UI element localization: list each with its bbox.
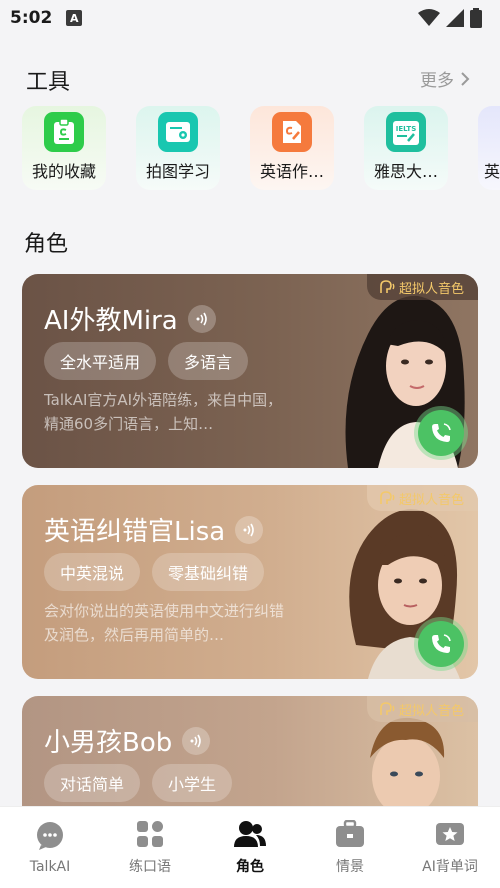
nav-item-speaking[interactable]: 练口语 bbox=[100, 807, 200, 888]
role-tags: 对话简单 小学生 bbox=[44, 764, 233, 802]
status-icons bbox=[418, 8, 482, 28]
phone-icon bbox=[432, 423, 451, 442]
badge-label: 超拟人音色 bbox=[398, 281, 464, 297]
role-tag: 对话简单 bbox=[44, 764, 141, 802]
hyper-realistic-voice-badge: 超拟人音色 bbox=[366, 274, 478, 300]
star-card-icon bbox=[436, 822, 464, 845]
tool-label: 英 bbox=[484, 162, 500, 181]
more-label: 更多 bbox=[420, 71, 454, 91]
nav-label: 练口语 bbox=[129, 858, 171, 875]
status-bar: 5:02 A bbox=[0, 0, 500, 36]
nav-item-talkai[interactable]: TalkAI bbox=[0, 807, 100, 888]
role-tag: 全水平适用 bbox=[44, 342, 157, 380]
more-tools-link[interactable]: 更多 bbox=[420, 66, 470, 91]
roles-title: 角色 bbox=[24, 232, 69, 257]
tool-label: 我的收藏 bbox=[31, 162, 96, 181]
call-button[interactable] bbox=[418, 410, 464, 456]
hyper-realistic-voice-badge: 超拟人音色 bbox=[366, 485, 478, 511]
accessibility-icon: A bbox=[66, 10, 83, 26]
status-time: 5:02 bbox=[10, 8, 53, 28]
document-pen-icon bbox=[272, 112, 312, 152]
nav-label: 情景 bbox=[336, 858, 364, 875]
role-card-mira[interactable]: 超拟人音色 AI外教Mira 全水平适用 多语言 TalkAI官方AI外语陪练，… bbox=[22, 274, 478, 468]
voice-head-icon bbox=[380, 280, 395, 293]
role-name-text: 小男孩Bob bbox=[44, 728, 173, 758]
phone-icon bbox=[432, 634, 451, 653]
tool-more-partial[interactable]: 英 bbox=[478, 106, 500, 190]
bottom-nav: TalkAI 练口语 角色 情景 AI背单词 bbox=[0, 806, 500, 888]
role-name: AI外教Mira bbox=[44, 300, 216, 337]
role-tags: 全水平适用 多语言 bbox=[44, 342, 249, 380]
briefcase-icon bbox=[336, 819, 364, 847]
role-description: TalkAI官方AI外语陪练，来自中国，精通60多门语言，上知… bbox=[44, 391, 283, 433]
role-tag: 小学生 bbox=[152, 764, 233, 802]
tool-photo-learn[interactable]: 拍图学习 bbox=[136, 106, 220, 190]
role-name: 英语纠错官Lisa bbox=[44, 511, 264, 548]
tools-title: 工具 bbox=[26, 70, 71, 95]
tool-ielts[interactable]: IELTS 雅思大… bbox=[364, 106, 448, 190]
badge-label: 超拟人音色 bbox=[398, 703, 464, 719]
role-card-lisa[interactable]: 超拟人音色 英语纠错官Lisa 中英混说 零基础纠错 会对你说出的英语使用中文进… bbox=[22, 485, 478, 679]
play-voice-button[interactable] bbox=[182, 726, 211, 755]
tool-favorites[interactable]: 我的收藏 bbox=[22, 106, 106, 190]
people-icon bbox=[234, 820, 266, 847]
chat-bubble-icon bbox=[37, 821, 63, 850]
role-tag: 中英混说 bbox=[44, 553, 141, 591]
svg-text:IELTS: IELTS bbox=[396, 125, 417, 133]
tool-label: 雅思大… bbox=[373, 162, 438, 181]
nav-label: AI背单词 bbox=[422, 858, 478, 875]
role-tag: 零基础纠错 bbox=[152, 553, 265, 591]
role-name-text: AI外教Mira bbox=[44, 306, 178, 336]
voice-head-icon bbox=[380, 491, 395, 504]
play-voice-button[interactable] bbox=[187, 304, 216, 333]
nav-item-vocab[interactable]: AI背单词 bbox=[400, 807, 500, 888]
grid-apps-icon bbox=[137, 820, 163, 847]
camera-card-icon bbox=[158, 112, 198, 152]
battery-icon bbox=[470, 8, 482, 28]
wifi-icon bbox=[418, 9, 440, 26]
nav-label: TalkAI bbox=[29, 858, 71, 875]
role-name-text: 英语纠错官Lisa bbox=[44, 517, 226, 547]
hyper-realistic-voice-badge: 超拟人音色 bbox=[366, 696, 478, 722]
nav-item-scenes[interactable]: 情景 bbox=[300, 807, 400, 888]
play-voice-button[interactable] bbox=[235, 515, 264, 544]
call-button[interactable] bbox=[418, 621, 464, 667]
voice-head-icon bbox=[380, 702, 395, 715]
role-name: 小男孩Bob bbox=[44, 722, 211, 759]
sound-wave-icon bbox=[196, 312, 207, 325]
nav-label: 角色 bbox=[236, 858, 264, 875]
badge-label: 超拟人音色 bbox=[398, 492, 464, 508]
sound-wave-icon bbox=[190, 734, 202, 747]
sound-wave-icon bbox=[243, 523, 255, 536]
role-tags: 中英混说 零基础纠错 bbox=[44, 553, 265, 591]
bookmark-clipboard-icon bbox=[44, 112, 84, 152]
role-description: 会对你说出的英语使用中文进行纠错及润色，然后再用简单的… bbox=[44, 602, 285, 644]
tool-label: 英语作… bbox=[259, 162, 324, 181]
tool-english-writing[interactable]: 英语作… bbox=[250, 106, 334, 190]
chevron-right-icon bbox=[461, 71, 470, 86]
role-tag: 多语言 bbox=[168, 342, 249, 380]
tools-row: 我的收藏 拍图学习 英语作… IELTS 雅思大… 英 bbox=[22, 106, 500, 196]
signal-icon bbox=[446, 9, 464, 27]
nav-item-roles[interactable]: 角色 bbox=[200, 807, 300, 888]
ielts-clipboard-icon: IELTS bbox=[386, 112, 426, 152]
tool-label: 拍图学习 bbox=[145, 162, 210, 181]
